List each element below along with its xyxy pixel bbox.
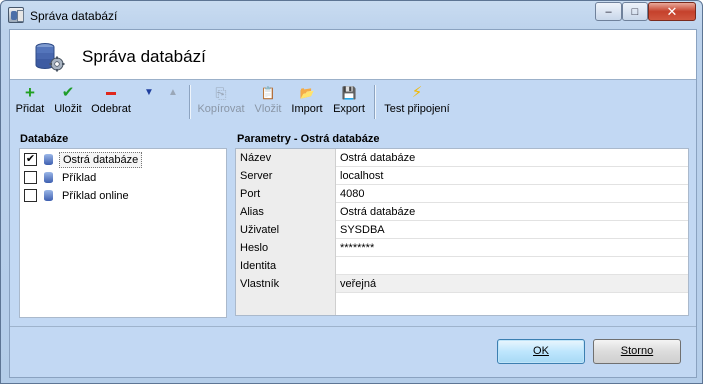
save-label: Uložit	[54, 103, 82, 115]
parameter-name-empty	[236, 293, 336, 315]
parameter-value[interactable]: ********	[340, 242, 374, 254]
database-name[interactable]: Příklad	[59, 171, 99, 185]
plus-icon: +	[25, 83, 35, 102]
copy-button[interactable]: ⎘ Kopírovat	[196, 84, 246, 120]
parameter-value[interactable]: SYSDBA	[340, 224, 385, 236]
lightning-icon: ⚡	[411, 84, 423, 101]
footer-divider	[10, 326, 696, 327]
database-checkbox[interactable]: ✔	[24, 153, 37, 166]
parameter-name: Alias	[236, 203, 336, 221]
paste-icon: 📋	[260, 86, 276, 100]
databases-heading: Databáze	[20, 133, 69, 145]
parameter-name: Heslo	[236, 239, 336, 257]
import-button[interactable]: 📂 Import	[289, 84, 325, 120]
database-gear-icon	[35, 43, 65, 72]
checkmark-icon: ✔	[61, 84, 75, 101]
move-down-button[interactable]: ▼	[142, 84, 156, 120]
ok-button[interactable]: OK	[497, 339, 585, 364]
database-icon	[42, 171, 55, 184]
toolbar: + Přidat ✔ Uložit ▬ Odebrat ▼ ▲ ⎘ Kopíro…	[10, 82, 696, 122]
parameter-value[interactable]: Ostrá databáze	[340, 206, 415, 218]
test-connection-button[interactable]: ⚡ Test připojení	[382, 84, 452, 120]
minimize-button[interactable]: –	[595, 2, 622, 21]
toolbar-separator	[374, 85, 376, 119]
table-row[interactable]: Uživatel SYSDBA	[236, 221, 688, 239]
parameter-value[interactable]: localhost	[340, 170, 383, 182]
database-list[interactable]: ✔ Ostrá databáze Příklad Příklad online	[19, 148, 227, 318]
table-row[interactable]: Název Ostrá databáze	[236, 149, 688, 167]
cancel-label: Storno	[620, 345, 654, 357]
dialog-client: Správa databází + Přidat ✔ Uložit ▬ Odeb…	[9, 29, 697, 378]
maximize-button[interactable]: □	[622, 2, 648, 21]
parameter-value[interactable]: Ostrá databáze	[340, 152, 415, 164]
list-item[interactable]: ✔ Ostrá databáze	[24, 151, 143, 168]
paste-label: Vložit	[254, 103, 282, 115]
database-name[interactable]: Ostrá databáze	[59, 151, 143, 168]
dialog-header-title: Správa databází	[82, 47, 206, 66]
paste-button[interactable]: 📋 Vložit	[252, 84, 284, 120]
remove-button[interactable]: ▬ Odebrat	[90, 84, 132, 120]
ok-label: OK	[533, 345, 549, 357]
copy-icon: ⎘	[215, 85, 227, 101]
import-label: Import	[291, 103, 323, 115]
parameter-name: Vlastník	[236, 275, 336, 293]
close-button[interactable]: ✕	[648, 2, 696, 21]
table-row[interactable]: Server localhost	[236, 167, 688, 185]
title-bar[interactable]: Správa databází – □ ✕	[1, 1, 702, 28]
parameters-heading: Parametry - Ostrá databáze	[237, 133, 380, 145]
database-manager-window: Správa databází – □ ✕ Správa databází +	[0, 0, 703, 384]
table-row-empty	[236, 293, 688, 315]
parameter-name: Port	[236, 185, 336, 203]
list-item[interactable]: Příklad online	[24, 187, 132, 204]
arrow-up-icon: ▲	[168, 87, 178, 98]
cancel-button[interactable]: Storno	[593, 339, 681, 364]
table-row[interactable]: Port 4080	[236, 185, 688, 203]
table-row[interactable]: Identita	[236, 257, 688, 275]
database-name[interactable]: Příklad online	[59, 189, 132, 203]
window-title: Správa databází	[30, 9, 118, 23]
save-button[interactable]: ✔ Uložit	[52, 84, 84, 120]
arrow-down-icon: ▼	[144, 87, 154, 98]
remove-label: Odebrat	[91, 103, 131, 115]
app-icon	[8, 7, 24, 23]
export-button[interactable]: 💾 Export	[331, 84, 367, 120]
table-row[interactable]: Alias Ostrá databáze	[236, 203, 688, 221]
folder-open-icon: 📂	[299, 86, 315, 100]
database-icon	[42, 153, 55, 166]
parameter-value[interactable]: 4080	[340, 188, 364, 200]
floppy-disk-icon: 💾	[341, 86, 357, 100]
table-row[interactable]: Vlastník veřejná	[236, 275, 688, 293]
header-panel: Správa databází	[10, 30, 696, 80]
parameter-value[interactable]: veřejná	[340, 278, 376, 290]
minus-icon: ▬	[106, 87, 116, 98]
move-up-button[interactable]: ▲	[166, 84, 180, 120]
parameter-name: Server	[236, 167, 336, 185]
test-connection-label: Test připojení	[384, 103, 450, 115]
add-label: Přidat	[15, 103, 45, 115]
parameter-name: Identita	[236, 257, 336, 275]
add-button[interactable]: + Přidat	[14, 84, 46, 120]
list-item[interactable]: Příklad	[24, 169, 99, 186]
parameters-grid[interactable]: Název Ostrá databáze Server localhost Po…	[235, 148, 689, 316]
export-label: Export	[333, 103, 365, 115]
database-checkbox[interactable]	[24, 189, 37, 202]
table-row[interactable]: Heslo ********	[236, 239, 688, 257]
database-icon	[42, 189, 55, 202]
parameter-name: Název	[236, 149, 336, 167]
copy-label: Kopírovat	[197, 103, 245, 115]
database-checkbox[interactable]	[24, 171, 37, 184]
parameter-name: Uživatel	[236, 221, 336, 239]
toolbar-separator	[189, 85, 191, 119]
